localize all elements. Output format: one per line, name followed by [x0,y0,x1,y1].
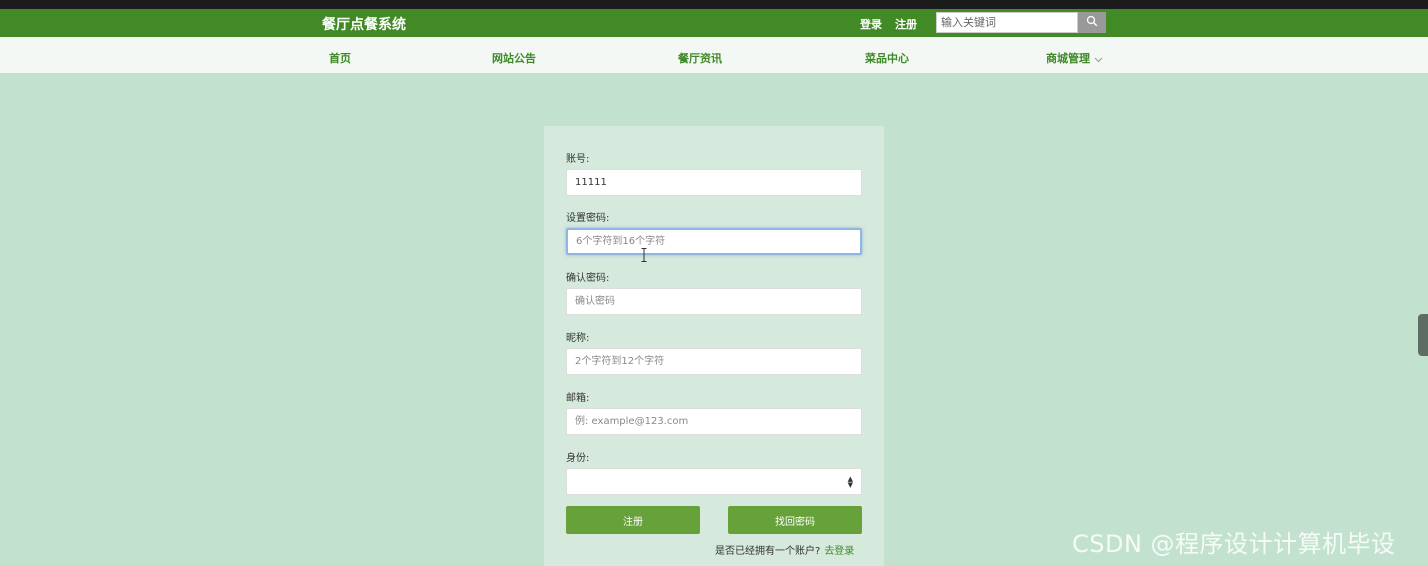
nav-item-announcements[interactable]: 网站公告 [492,50,536,66]
identity-label: 身份: [566,453,590,464]
recover-password-button[interactable]: 找回密码 [728,506,862,534]
watermark: CSDN @程序设计计算机毕设 [1072,530,1396,558]
have-account-text: 是否已经拥有一个账户? [715,546,821,557]
password-field[interactable] [566,228,862,255]
nav-item-dishes[interactable]: 菜品中心 [865,50,909,66]
login-link[interactable]: 登录 [860,16,882,32]
email-field[interactable] [566,408,862,435]
select-arrows-icon: ▲ ▼ [847,475,853,489]
chevron-down-icon [1094,53,1103,66]
site-brand: 餐厅点餐系统 [322,17,406,33]
search-button[interactable] [1078,12,1106,33]
email-label: 邮箱: [566,393,590,404]
nav-item-home[interactable]: 首页 [329,50,351,66]
side-drawer-tab[interactable] [1418,314,1428,356]
nav-item-news[interactable]: 餐厅资讯 [678,50,722,66]
identity-select[interactable]: ▲ ▼ [566,468,862,495]
window-top-strip [0,0,1428,9]
search-input[interactable] [936,12,1078,33]
have-account-hint: 是否已经拥有一个账户? 去登录 [715,542,854,557]
nav-item-shop-admin-label: 商城管理 [1046,52,1090,65]
site-header: 餐厅点餐系统 登录 注册 [0,9,1428,37]
nickname-label: 昵称: [566,333,590,344]
main-nav: 首页 网站公告 餐厅资讯 菜品中心 商城管理 [0,37,1428,73]
go-login-link[interactable]: 去登录 [824,546,854,557]
nav-item-shop-admin[interactable]: 商城管理 [1046,50,1103,66]
register-form: 账号: 设置密码: 确认密码: 昵称: 邮箱: 身份: ▲▼ 注册 找回密码 是… [544,126,884,566]
register-link[interactable]: 注册 [895,16,917,32]
text-cursor-icon [641,248,647,262]
search-icon [1086,15,1098,30]
nickname-field[interactable] [566,348,862,375]
account-label: 账号: [566,154,590,165]
password-label: 设置密码: [566,213,610,224]
confirm-password-label: 确认密码: [566,273,610,284]
confirm-password-field[interactable] [566,288,862,315]
register-button[interactable]: 注册 [566,506,700,534]
account-field[interactable] [566,169,862,196]
